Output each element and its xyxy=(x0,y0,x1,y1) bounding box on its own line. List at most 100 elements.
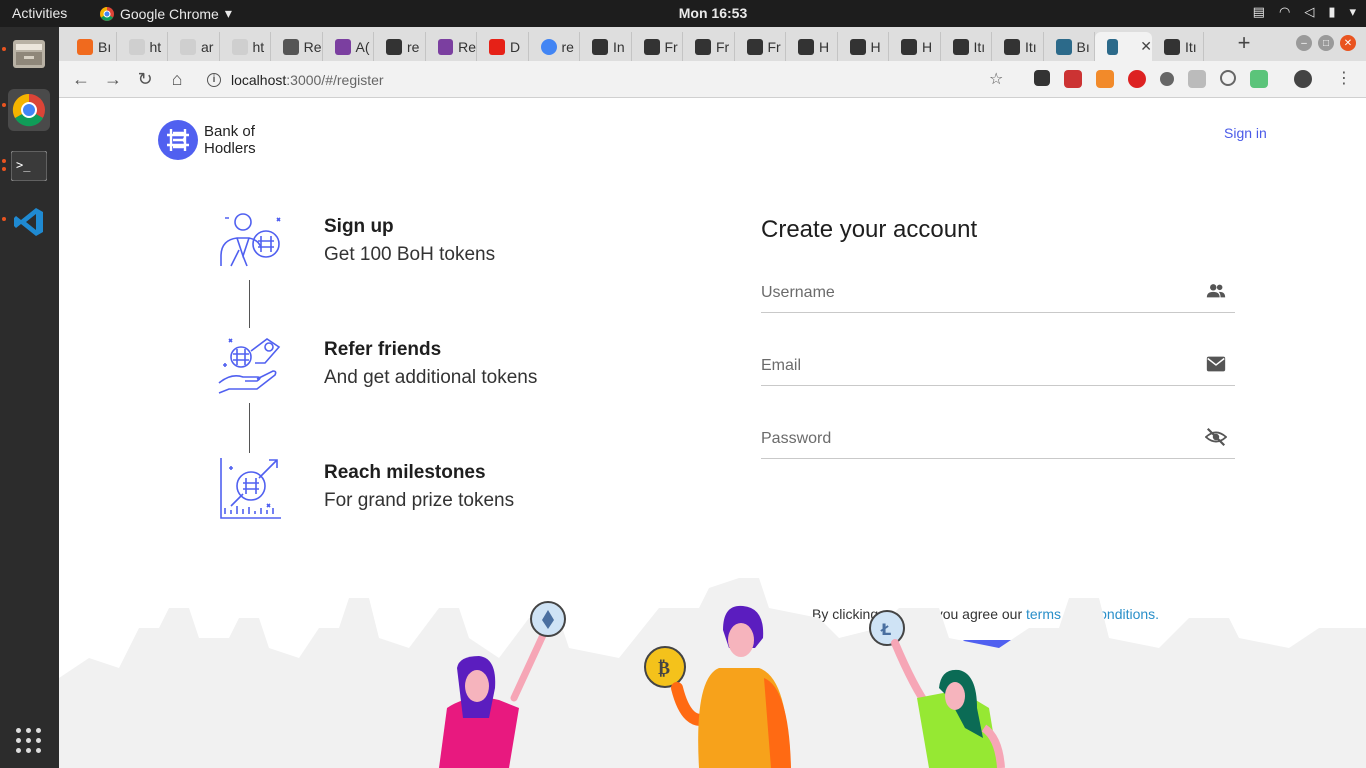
browser-tab[interactable]: H xyxy=(889,32,941,61)
step-title: Sign up xyxy=(324,216,394,237)
browser-tab[interactable]: A( xyxy=(323,32,374,61)
color-picker-extension-icon[interactable] xyxy=(1034,70,1050,86)
step-subtitle: For grand prize tokens xyxy=(324,490,515,511)
growth-chart-icon xyxy=(220,458,281,519)
browser-tab[interactable]: Fr xyxy=(735,32,786,61)
tab-favicon-icon xyxy=(1164,38,1180,55)
tab-label: ht xyxy=(252,38,265,55)
running-indicator xyxy=(2,167,6,171)
browser-tab[interactable]: ht xyxy=(220,32,271,61)
browser-tab[interactable]: In xyxy=(580,32,632,61)
step-refer-friends: Refer friends And get additional tokens xyxy=(217,333,637,403)
svg-text:Ł: Ł xyxy=(880,620,891,639)
forward-button[interactable]: → xyxy=(101,67,125,91)
maximize-icon[interactable]: □ xyxy=(1318,35,1334,51)
tab-label: Fr xyxy=(716,38,730,55)
tab-favicon-icon xyxy=(592,38,608,55)
bookmark-star-icon[interactable]: ☆ xyxy=(989,69,1003,89)
extension-icon[interactable] xyxy=(1160,72,1174,86)
browser-tab[interactable]: Re xyxy=(426,32,477,61)
system-tray[interactable]: ▤ ◠ ◁ ▮ ▾ xyxy=(1253,4,1356,20)
browser-tab[interactable]: Fr xyxy=(683,32,735,61)
browser-tab[interactable]: H xyxy=(786,32,838,61)
logo[interactable]: Bank of Hodlers xyxy=(158,120,256,160)
tab-favicon-icon xyxy=(77,38,93,55)
adblock-icon[interactable] xyxy=(1128,70,1146,88)
browser-tab[interactable]: D xyxy=(477,32,529,61)
tab-favicon-icon xyxy=(798,38,814,55)
wifi-icon: ◠ xyxy=(1278,4,1291,19)
step-reach-milestones: Reach milestones For grand prize tokens xyxy=(217,456,637,526)
browser-tab[interactable]: Re xyxy=(271,32,323,61)
close-window-icon[interactable]: ✕ xyxy=(1340,35,1356,51)
browser-menu-icon[interactable]: ⋮ xyxy=(1336,68,1352,88)
browser-tab[interactable]: re xyxy=(529,32,580,61)
tab-favicon-icon xyxy=(746,38,763,55)
tab-favicon-icon xyxy=(849,38,866,55)
terminal-icon[interactable]: >_ xyxy=(8,145,50,187)
tab-favicon-icon xyxy=(540,38,557,55)
home-button[interactable]: ⌂ xyxy=(165,67,189,91)
bank-logo-icon xyxy=(158,120,198,160)
chrome-dock-icon[interactable] xyxy=(8,89,50,131)
tab-label: D xyxy=(510,38,521,55)
info-icon[interactable]: i xyxy=(207,72,221,87)
step-title: Refer friends xyxy=(324,339,442,360)
browser-tab[interactable]: ht xyxy=(117,32,168,61)
username-input[interactable] xyxy=(761,284,1191,302)
password-input[interactable] xyxy=(761,430,1191,448)
browser-tab[interactable]: re xyxy=(374,32,426,61)
show-applications-button[interactable] xyxy=(16,728,42,754)
tab-favicon-icon xyxy=(489,38,505,55)
profile-avatar[interactable] xyxy=(1294,70,1312,88)
extension-icon[interactable] xyxy=(1064,70,1082,88)
extension-icon[interactable] xyxy=(1250,70,1268,88)
browser-tab[interactable]: ar xyxy=(168,32,220,61)
browser-tab[interactable]: Fr xyxy=(632,32,683,61)
url-host: localhost xyxy=(231,71,287,88)
email-input[interactable] xyxy=(761,357,1191,375)
new-tab-button[interactable]: + xyxy=(1229,30,1259,56)
back-button[interactable]: ← xyxy=(69,67,93,91)
tab-label: Re xyxy=(458,38,476,55)
tab-favicon-icon xyxy=(695,38,711,55)
browser-tab[interactable]: Itı xyxy=(941,32,992,61)
tab-label: Re xyxy=(303,38,322,55)
crypto-people-illustration: ₿ Ł xyxy=(59,578,1366,768)
tab-label: Itı xyxy=(1185,38,1197,55)
minimize-icon[interactable]: – xyxy=(1296,35,1312,51)
tab-favicon-icon xyxy=(901,38,917,55)
extension-icon[interactable] xyxy=(1188,70,1206,88)
browser-tab[interactable]: Itı xyxy=(992,32,1044,61)
files-icon[interactable] xyxy=(8,33,50,75)
tab-label: re xyxy=(407,38,420,55)
browser-tab[interactable]: Bı xyxy=(1044,32,1095,61)
address-bar[interactable]: i localhost:3000/#/register xyxy=(199,65,1119,94)
tab-label: H xyxy=(922,38,933,55)
tab-label: H xyxy=(870,38,881,55)
running-indicator xyxy=(2,47,6,51)
vscode-icon[interactable] xyxy=(8,201,50,243)
browser-toolbar: ← → ↻ ⌂ i localhost:3000/#/register ☆ ⋮ xyxy=(59,61,1366,98)
eye-off-icon[interactable] xyxy=(1205,426,1227,448)
tab-favicon-icon xyxy=(334,38,351,55)
browser-tab[interactable]: ✕ xyxy=(1095,32,1152,61)
metamask-icon[interactable] xyxy=(1096,70,1114,88)
keyboard-icon: ▤ xyxy=(1252,4,1265,19)
tab-label: Itı xyxy=(973,38,986,55)
browser-tab[interactable]: H xyxy=(838,32,889,61)
browser-tab[interactable]: Bı xyxy=(65,32,117,61)
browser-tab[interactable]: Itı xyxy=(1152,32,1204,61)
extension-icon[interactable] xyxy=(1220,70,1236,86)
tab-favicon-icon xyxy=(128,38,145,55)
reload-button[interactable]: ↻ xyxy=(133,67,157,91)
close-tab-icon[interactable]: ✕ xyxy=(1140,38,1152,55)
tab-label: ar xyxy=(201,38,214,55)
step-subtitle: Get 100 BoH tokens xyxy=(324,244,496,265)
clock[interactable]: Mon 16:53 xyxy=(0,5,1366,21)
sign-in-link[interactable]: Sign in xyxy=(1224,125,1267,141)
chevron-down-icon: ▾ xyxy=(1349,4,1356,19)
tab-favicon-icon xyxy=(952,38,969,55)
tab-favicon-icon xyxy=(231,38,248,55)
running-indicator xyxy=(2,159,6,163)
